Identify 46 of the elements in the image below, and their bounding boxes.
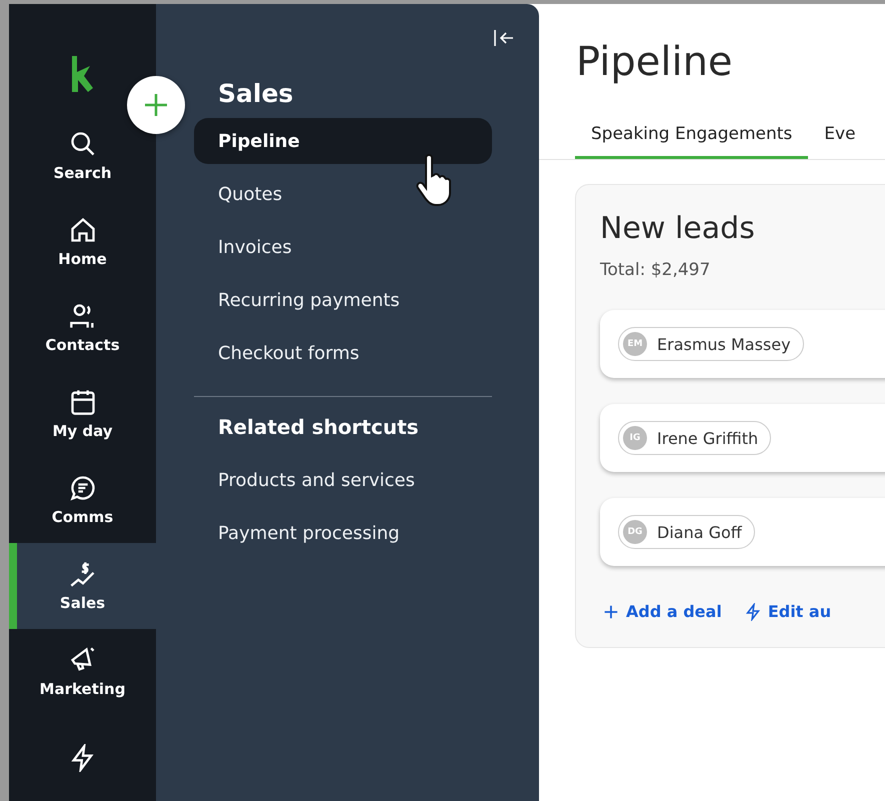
stage-action-link[interactable]: Add a deal [602,602,722,621]
deal-card[interactable]: IG Irene Griffith [600,404,885,472]
lightning-icon [68,744,96,772]
panel-nav-item[interactable]: Recurring payments [194,277,492,323]
contact-chip[interactable]: IG Irene Griffith [618,421,772,455]
home-icon [68,216,96,244]
deal-card[interactable]: DG Diana Goff [600,498,885,566]
contact-name: Erasmus Massey [657,334,791,354]
stage-total: Total: $2,497 [600,260,712,280]
page-title: Pipeline [576,42,734,82]
panel-nav-item[interactable]: Checkout forms [194,330,492,376]
search-icon [68,130,96,158]
rail-nav-item[interactable]: Marketing [9,628,156,715]
shortcut-link[interactable]: Payment processing [194,510,492,556]
rail-nav-item[interactable]: Search [9,112,156,199]
rail-nav-item[interactable]: Comms [9,456,156,543]
pipeline-tab[interactable]: Speaking Engagements [575,116,808,159]
stage-title: New leads [600,211,756,246]
collapse-sidebar-icon[interactable] [493,28,515,48]
shortcuts-heading: Related shortcuts [218,415,420,439]
calendar-icon [68,388,96,416]
chat-icon [68,474,96,502]
shortcut-link[interactable]: Products and services [194,457,492,503]
rail-nav-item[interactable]: My day [9,370,156,457]
rail-nav-item[interactable]: Contacts [9,284,156,371]
contact-chip[interactable]: DG Diana Goff [618,515,755,549]
deal-card[interactable]: EM Erasmus Massey [600,310,885,378]
contact-name: Irene Griffith [657,428,758,448]
contact-chip[interactable]: EM Erasmus Massey [618,327,804,361]
panel-nav-item[interactable]: Pipeline [194,118,492,164]
pipeline-tab[interactable]: Eve [808,116,872,159]
panel-nav-item[interactable]: Invoices [194,224,492,270]
plus-icon [143,92,169,118]
dollar-trend-icon [68,560,96,588]
avatar-initials: DG [623,520,647,544]
people-icon [68,302,96,330]
avatar-initials: EM [623,332,647,356]
rail-nav-item[interactable]: Sales [9,542,156,629]
rail-nav-item[interactable]: Home [9,198,156,285]
contact-name: Diana Goff [657,522,742,542]
panel-nav-item[interactable]: Quotes [194,171,492,217]
stage-action-link[interactable]: Edit au [744,602,832,621]
lightning-icon [744,602,762,620]
avatar-initials: IG [623,426,647,450]
plus-icon [602,602,620,620]
panel-title: Sales [218,79,294,108]
